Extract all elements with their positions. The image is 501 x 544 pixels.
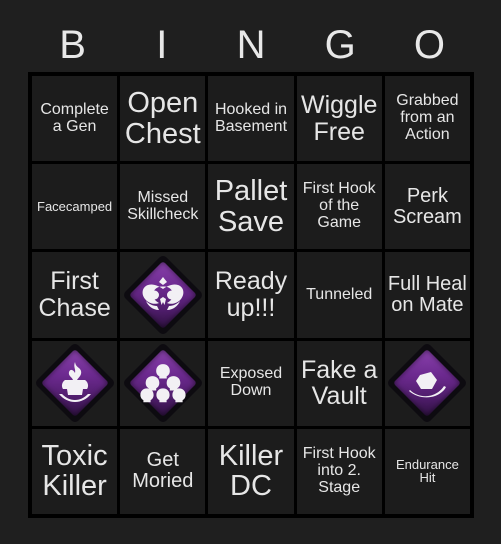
bingo-header-letter-g: G xyxy=(324,23,356,67)
bingo-cell-r2c4[interactable]: First Hook of the Game xyxy=(296,164,382,250)
bingo-cell-label: Perk Scream xyxy=(392,184,462,228)
bingo-cell-label: Toxic Killer xyxy=(41,439,108,503)
bingo-cell-r5c4[interactable]: First Hook into 2. Stage xyxy=(296,428,382,514)
bingo-cell-label: Missed Skillcheck xyxy=(127,188,199,223)
bingo-cell-r5c1[interactable]: Toxic Killer xyxy=(32,428,118,514)
perk-skull-pile-icon xyxy=(121,342,204,425)
bingo-cell-r5c5[interactable]: Endurance Hit xyxy=(384,428,470,514)
bingo-cell-label: Ready up!!! xyxy=(214,267,288,322)
bingo-cell-label: Killer DC xyxy=(218,439,284,503)
perk-flame-idol-icon xyxy=(33,342,116,425)
bingo-header-letter-b: B xyxy=(59,23,86,67)
bingo-cell-r5c3[interactable]: Killer DC xyxy=(208,428,294,514)
bingo-cell-label: Fake a Vault xyxy=(300,355,378,411)
bingo-cell-r3c4[interactable]: Tunneled xyxy=(296,252,382,338)
bingo-cell-r4c2[interactable] xyxy=(120,340,206,426)
perk-face-icon xyxy=(121,253,204,336)
bingo-cell-r3c3[interactable]: Ready up!!! xyxy=(208,252,294,338)
bingo-header-row: BINGO xyxy=(28,18,474,72)
bingo-cell-r1c5[interactable]: Grabbed from an Action xyxy=(384,76,470,162)
bingo-cell-r2c3[interactable]: Pallet Save xyxy=(208,164,294,250)
bingo-cell-label: Wiggle Free xyxy=(300,91,378,146)
bingo-cell-label: Facecamped xyxy=(37,198,113,214)
bingo-cell-label: Full Heal on Mate xyxy=(387,272,467,316)
bingo-cell-r4c1[interactable] xyxy=(32,340,118,426)
bingo-grid: Complete a Gen Open Chest Hooked in Baseme… xyxy=(28,72,474,518)
bingo-cell-r1c2[interactable]: Open Chest xyxy=(120,76,206,162)
bingo-cell-r4c3[interactable]: Exposed Down xyxy=(208,340,294,426)
bingo-cell-label: Complete a Gen xyxy=(40,100,109,135)
bingo-cell-r4c5[interactable] xyxy=(384,340,470,426)
bingo-cell-label: First Chase xyxy=(38,267,111,322)
bingo-cell-r5c2[interactable]: Get Moried xyxy=(120,428,206,514)
bingo-cell-r3c1[interactable]: First Chase xyxy=(32,252,118,338)
perk-shattered-hook-icon xyxy=(386,342,469,425)
bingo-cell-label: Open Chest xyxy=(124,86,201,150)
bingo-header-letter-n: N xyxy=(236,23,266,67)
bingo-cell-label: Pallet Save xyxy=(214,175,288,238)
bingo-cell-label: Grabbed from an Action xyxy=(396,92,459,144)
bingo-cell-label: Get Moried xyxy=(132,449,194,493)
bingo-cell-r1c4[interactable]: Wiggle Free xyxy=(296,76,382,162)
bingo-cell-label: Tunneled xyxy=(306,285,373,303)
bingo-cell-r4c4[interactable]: Fake a Vault xyxy=(296,340,382,426)
bingo-header-letter-o: O xyxy=(413,23,445,67)
bingo-board: B I N G O Complete a Gen Open Chest Hooked in … xyxy=(0,0,501,544)
bingo-cell-r2c1[interactable]: Facecamped xyxy=(32,164,118,250)
bingo-cell-r1c1[interactable]: Complete a Gen xyxy=(32,76,118,162)
bingo-cell-label: Hooked in Basement xyxy=(214,100,288,135)
bingo-header-letter-i: I xyxy=(156,23,168,67)
bingo-cell-r3c2[interactable] xyxy=(120,252,206,338)
bingo-cell-r1c3[interactable]: Hooked in Basement xyxy=(208,76,294,162)
bingo-cell-label: First Hook of the Game xyxy=(302,180,376,232)
bingo-cell-r3c5[interactable]: Full Heal on Mate xyxy=(384,252,470,338)
bingo-cell-label: Exposed Down xyxy=(219,365,283,400)
bingo-cell-label: Endurance Hit xyxy=(395,456,459,486)
bingo-cell-label: First Hook into 2. Stage xyxy=(302,444,376,496)
bingo-cell-r2c2[interactable]: Missed Skillcheck xyxy=(120,164,206,250)
bingo-cell-r2c5[interactable]: Perk Scream xyxy=(384,164,470,250)
